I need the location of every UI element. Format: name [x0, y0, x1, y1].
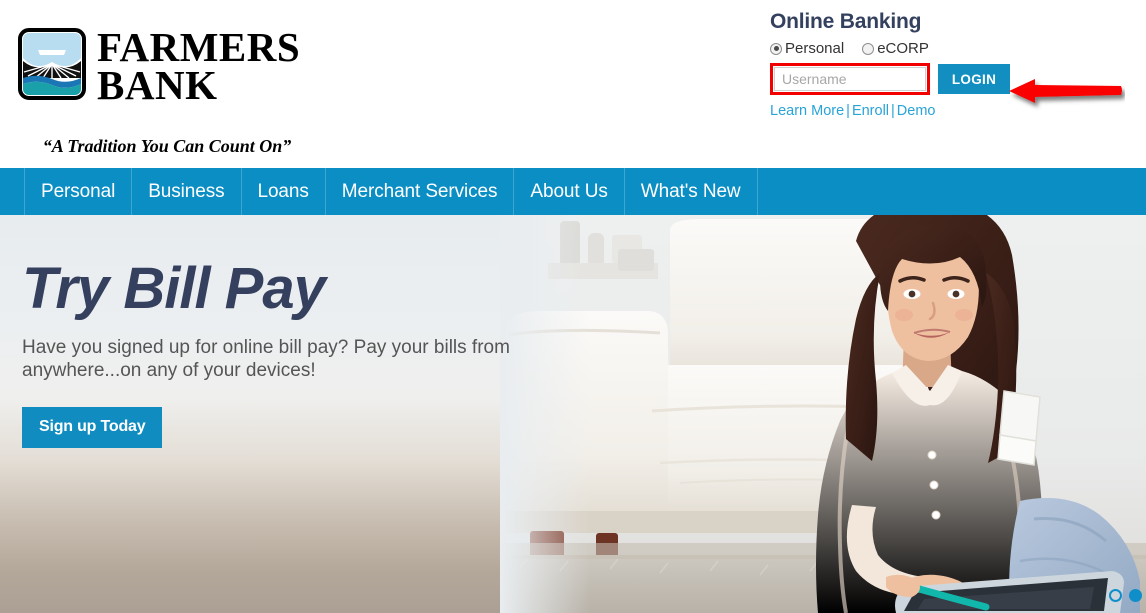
nav-item-personal[interactable]: Personal	[24, 168, 133, 215]
main-navigation: Personal Business Loans Merchant Service…	[0, 168, 1146, 215]
carousel-indicators	[1109, 589, 1142, 602]
online-banking-links: Learn More | Enroll | Demo	[770, 103, 1134, 119]
link-separator-1: |	[846, 103, 850, 119]
radio-ecorp-indicator-icon	[862, 42, 875, 55]
radio-ecorp-label: eCORP	[877, 40, 929, 57]
nav-item-whats-new[interactable]: What's New	[625, 168, 758, 215]
radio-personal-indicator-icon	[770, 42, 782, 55]
hero-banner: Try Bill Pay Have you signed up for onli…	[0, 215, 1146, 613]
carousel-dot-2[interactable]	[1129, 589, 1142, 602]
nav-item-merchant-services[interactable]: Merchant Services	[326, 168, 515, 215]
radio-personal[interactable]: Personal	[770, 40, 844, 57]
username-highlight-box	[770, 63, 930, 95]
username-input[interactable]	[774, 67, 926, 91]
nav-item-business[interactable]: Business	[132, 168, 242, 215]
brand-tagline: “A Tradition You Can Count On”	[42, 136, 292, 156]
sign-up-today-button[interactable]: Sign up Today	[22, 407, 163, 449]
login-row: LOGIN	[770, 63, 1134, 95]
link-separator-2: |	[891, 103, 895, 119]
brand-logo[interactable]: FARMERS BANK “A Tradition You Can Count …	[18, 27, 308, 156]
online-banking-panel: Online Banking Personal eCORP LOGIN Lear…	[766, 10, 1134, 119]
link-learn-more[interactable]: Learn More	[770, 103, 844, 119]
nav-item-about-us[interactable]: About Us	[514, 168, 625, 215]
brand-name-line-2: BANK	[97, 61, 218, 108]
hero-subtitle: Have you signed up for online bill pay? …	[22, 337, 510, 382]
nav-item-loans[interactable]: Loans	[242, 168, 326, 215]
site-header: FARMERS BANK “A Tradition You Can Count …	[0, 0, 1146, 168]
farm-field-water-logo-icon	[18, 28, 86, 100]
login-button[interactable]: LOGIN	[938, 64, 1010, 94]
online-banking-title: Online Banking	[770, 10, 922, 33]
link-enroll[interactable]: Enroll	[852, 103, 889, 119]
carousel-dot-1[interactable]	[1109, 589, 1122, 602]
hero-title: Try Bill Pay	[22, 256, 326, 321]
account-type-radio-group: Personal eCORP	[770, 40, 1134, 57]
radio-ecorp[interactable]: eCORP	[862, 40, 929, 57]
hero-content: Try Bill Pay Have you signed up for onli…	[22, 256, 562, 449]
radio-personal-label: Personal	[785, 40, 845, 57]
link-demo[interactable]: Demo	[897, 103, 936, 119]
hero-image-woman-with-tablet	[500, 215, 1146, 613]
